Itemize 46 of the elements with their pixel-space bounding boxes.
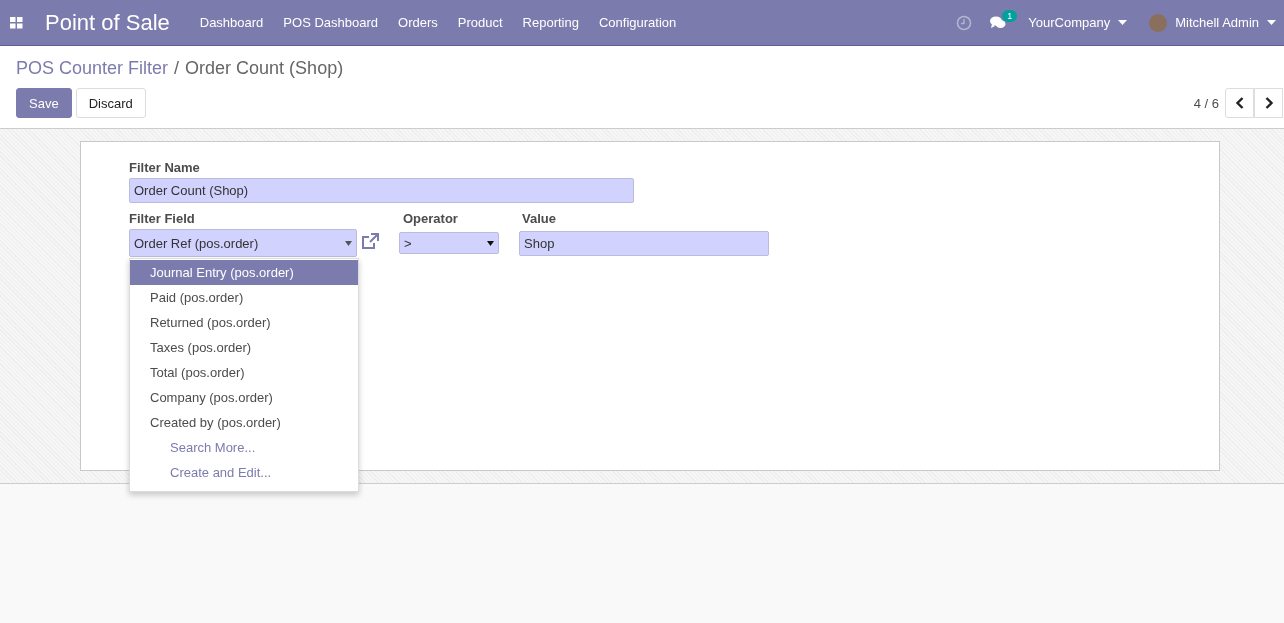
- apps-grid-icon[interactable]: [10, 16, 23, 29]
- menu-item[interactable]: Dashboard: [189, 15, 274, 30]
- caret-icon: [487, 240, 494, 246]
- caret-icon: [1118, 20, 1128, 25]
- caret-icon: [345, 240, 352, 246]
- dropdown-option[interactable]: Journal Entry (pos.order): [130, 260, 358, 285]
- message-count-badge: 1: [1002, 9, 1018, 22]
- field-label: Operator: [403, 211, 459, 226]
- menu-item[interactable]: Configuration: [588, 15, 687, 30]
- external-link-icon[interactable]: [360, 232, 380, 252]
- clock-icon[interactable]: [956, 14, 973, 31]
- chat-bubbles-icon[interactable]: [990, 15, 1007, 30]
- previous-button[interactable]: [1225, 88, 1254, 118]
- operator-select[interactable]: >: [399, 232, 499, 254]
- chevron-left-icon: [1234, 97, 1245, 109]
- pager-counter: 4 / 6: [1193, 95, 1219, 111]
- breadcrumb-current: Order Count (Shop): [185, 58, 344, 76]
- breadcrumb-link[interactable]: POS Counter Filter: [16, 58, 169, 76]
- dropdown-action[interactable]: Search More...: [130, 435, 358, 460]
- dropdown-option[interactable]: Total (pos.order): [130, 360, 358, 385]
- dropdown-option[interactable]: Taxes (pos.order): [130, 335, 358, 360]
- value-field[interactable]: Shop: [519, 231, 769, 256]
- dropdown-option[interactable]: Created by (pos.order): [130, 410, 358, 435]
- dropdown-option[interactable]: Paid (pos.order): [130, 285, 358, 310]
- menu-item[interactable]: Reporting: [512, 15, 589, 30]
- field-label: Value: [522, 211, 557, 226]
- filter-field-select[interactable]: Order Ref (pos.order): [129, 229, 357, 257]
- company-switcher[interactable]: YourCompany: [1028, 15, 1111, 30]
- menu-item[interactable]: Orders: [388, 15, 448, 30]
- caret-icon: [1267, 20, 1276, 25]
- breadcrumb-separator: /: [174, 58, 180, 76]
- menu-item[interactable]: POS Dashboard: [273, 15, 389, 30]
- save-button[interactable]: Save: [16, 88, 72, 118]
- dropdown-action[interactable]: Create and Edit...: [130, 460, 358, 485]
- next-button[interactable]: [1254, 88, 1283, 118]
- app-title: Point of Sale: [45, 9, 170, 36]
- chevron-right-icon: [1263, 97, 1274, 109]
- field-label: Filter Name: [129, 160, 201, 175]
- dropdown-option[interactable]: Company (pos.order): [130, 385, 358, 410]
- filter-name-field[interactable]: Order Count (Shop): [129, 178, 634, 203]
- user-avatar: [1149, 13, 1168, 32]
- field-label: Filter Field: [129, 211, 196, 226]
- dropdown-option[interactable]: Returned (pos.order): [130, 310, 358, 335]
- menu-item[interactable]: Product: [447, 15, 513, 30]
- discard-button[interactable]: Discard: [75, 88, 146, 118]
- user-menu[interactable]: Mitchell Admin: [1175, 15, 1259, 30]
